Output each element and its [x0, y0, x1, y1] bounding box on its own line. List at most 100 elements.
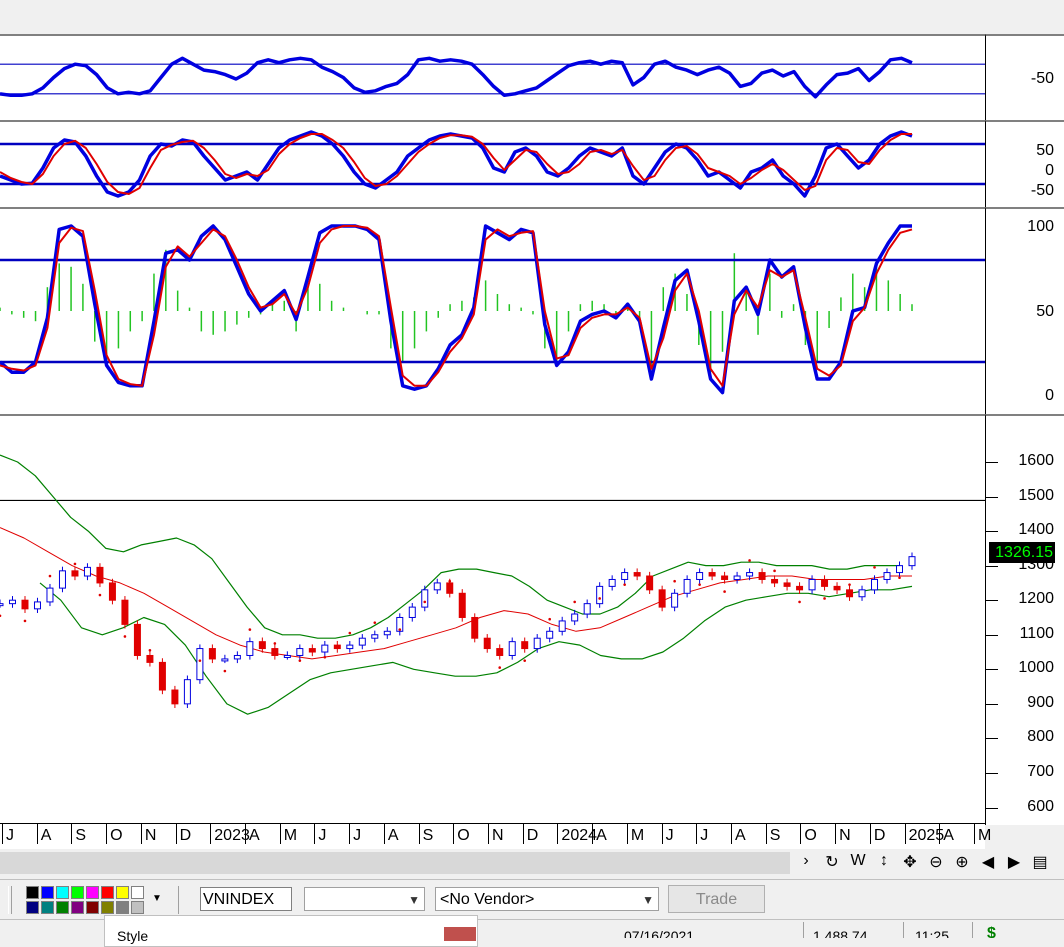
date-axis-label: D [179, 827, 192, 844]
stochastic-panel[interactable] [0, 207, 985, 414]
palette-color-swatch[interactable] [131, 886, 144, 899]
rsi-axis-label: -50 [1030, 70, 1054, 87]
sar-dot [298, 659, 302, 662]
stochastic-chart [0, 224, 985, 395]
price-panel[interactable] [0, 414, 985, 825]
candle-body [221, 658, 229, 662]
candle-body [733, 575, 741, 580]
palette-color-swatch[interactable] [56, 901, 69, 914]
sar-dot [223, 669, 227, 673]
palette-color-swatch[interactable] [86, 901, 99, 914]
candle-body [608, 578, 616, 587]
candle-body [546, 630, 554, 639]
candle-body [333, 644, 341, 650]
date-axis-tick [314, 824, 316, 844]
candle-body [446, 582, 454, 594]
date-axis-label: A [40, 827, 52, 844]
price-axis-label: 1000 [1018, 659, 1054, 677]
date-axis-tick [418, 824, 420, 844]
sar-dot [498, 666, 502, 669]
palette-color-swatch[interactable] [131, 901, 144, 914]
date-axis-tick [245, 824, 246, 844]
palette-color-swatch[interactable] [41, 901, 54, 914]
candle-body [471, 616, 479, 639]
trade-button[interactable]: Trade [668, 885, 765, 913]
palette-color-swatch[interactable] [41, 886, 54, 899]
refresh-icon[interactable]: ↻ [824, 852, 840, 872]
palette-color-swatch[interactable] [26, 886, 39, 899]
palette-color-swatch[interactable] [71, 886, 84, 899]
sar-dot [823, 597, 826, 600]
symbol-input[interactable]: VNINDEX [200, 887, 292, 911]
candle-body [46, 587, 54, 603]
date-axis-tick [800, 824, 802, 844]
candle-body [83, 566, 91, 577]
candle-body [808, 578, 816, 591]
price-axis-tick [986, 703, 998, 705]
date-axis-label: A [735, 827, 746, 844]
candle-body [258, 641, 266, 650]
candle-body [246, 641, 254, 656]
candle-body [721, 575, 729, 580]
palette-color-swatch[interactable] [56, 886, 69, 899]
scroll-right-icon[interactable]: ▶ [1006, 852, 1022, 872]
style-popup[interactable]: Style [104, 915, 478, 947]
candle-body [208, 648, 216, 660]
candle-body [233, 654, 241, 660]
candle-body [146, 654, 154, 663]
candle-body [596, 585, 604, 605]
next-icon[interactable]: › [798, 852, 814, 870]
sar-dot [123, 635, 127, 638]
style-color-swatch[interactable] [444, 927, 476, 941]
candle-body [383, 630, 391, 636]
palette-color-swatch[interactable] [86, 886, 99, 899]
candle-body [283, 654, 291, 658]
date-axis-tick [557, 824, 559, 844]
week-icon[interactable]: W [850, 852, 866, 870]
palette-color-swatch[interactable] [116, 901, 129, 914]
sar-dot [0, 614, 2, 618]
vendor-select[interactable]: <No Vendor> ▼ [435, 887, 659, 911]
price-axis-tick [986, 496, 998, 498]
date-axis-tick [974, 824, 975, 844]
color-palette[interactable] [26, 886, 152, 914]
zoom-out-icon[interactable]: ⊖ [928, 852, 944, 872]
candle-body [758, 572, 766, 580]
date-axis-label: A [943, 827, 954, 844]
last-price-tag: 1326.15 [989, 542, 1055, 563]
panel-icon[interactable]: ▤ [1032, 852, 1048, 872]
period-select[interactable]: ▼ [304, 887, 425, 911]
sar-dot [573, 600, 576, 604]
palette-color-swatch[interactable] [71, 901, 84, 914]
palette-dropdown-icon[interactable]: ▼ [152, 893, 162, 904]
date-axis-tick [626, 824, 628, 844]
palette-color-swatch[interactable] [101, 901, 114, 914]
navigation-bar: › ↻ W ↕ ✥ ⊖ ⊕ ◀ ▶ ▤ [0, 849, 1064, 879]
date-axis-tick [904, 824, 906, 844]
sar-dot [73, 562, 77, 566]
move-vertical-icon[interactable]: ↕ [876, 852, 892, 870]
date-axis-label: J [353, 827, 362, 844]
chevron-down-icon: ▼ [642, 893, 654, 907]
horizontal-scrollbar[interactable] [0, 852, 790, 874]
move-icon[interactable]: ✥ [902, 852, 918, 872]
cci-panel[interactable] [0, 120, 985, 207]
palette-color-swatch[interactable] [101, 886, 114, 899]
sar-dot [473, 624, 477, 628]
scroll-left-icon[interactable]: ◀ [980, 852, 996, 872]
lower-band-line [39, 582, 913, 715]
vendor-select-value: <No Vendor> [440, 891, 535, 908]
zoom-in-icon[interactable]: ⊕ [954, 852, 970, 872]
palette-color-swatch[interactable] [116, 886, 129, 899]
candle-body [421, 589, 429, 608]
candle-body [196, 648, 204, 681]
candle-body [321, 644, 329, 653]
candle-body [346, 644, 354, 650]
stochastic-axis-label: 0 [1045, 387, 1054, 404]
price-axis-tick [986, 669, 998, 671]
rsi-panel[interactable] [0, 34, 985, 120]
palette-color-swatch[interactable] [26, 901, 39, 914]
date-axis-tick [488, 824, 489, 844]
sar-dot [548, 617, 551, 621]
date-axis-label: S [769, 827, 781, 844]
